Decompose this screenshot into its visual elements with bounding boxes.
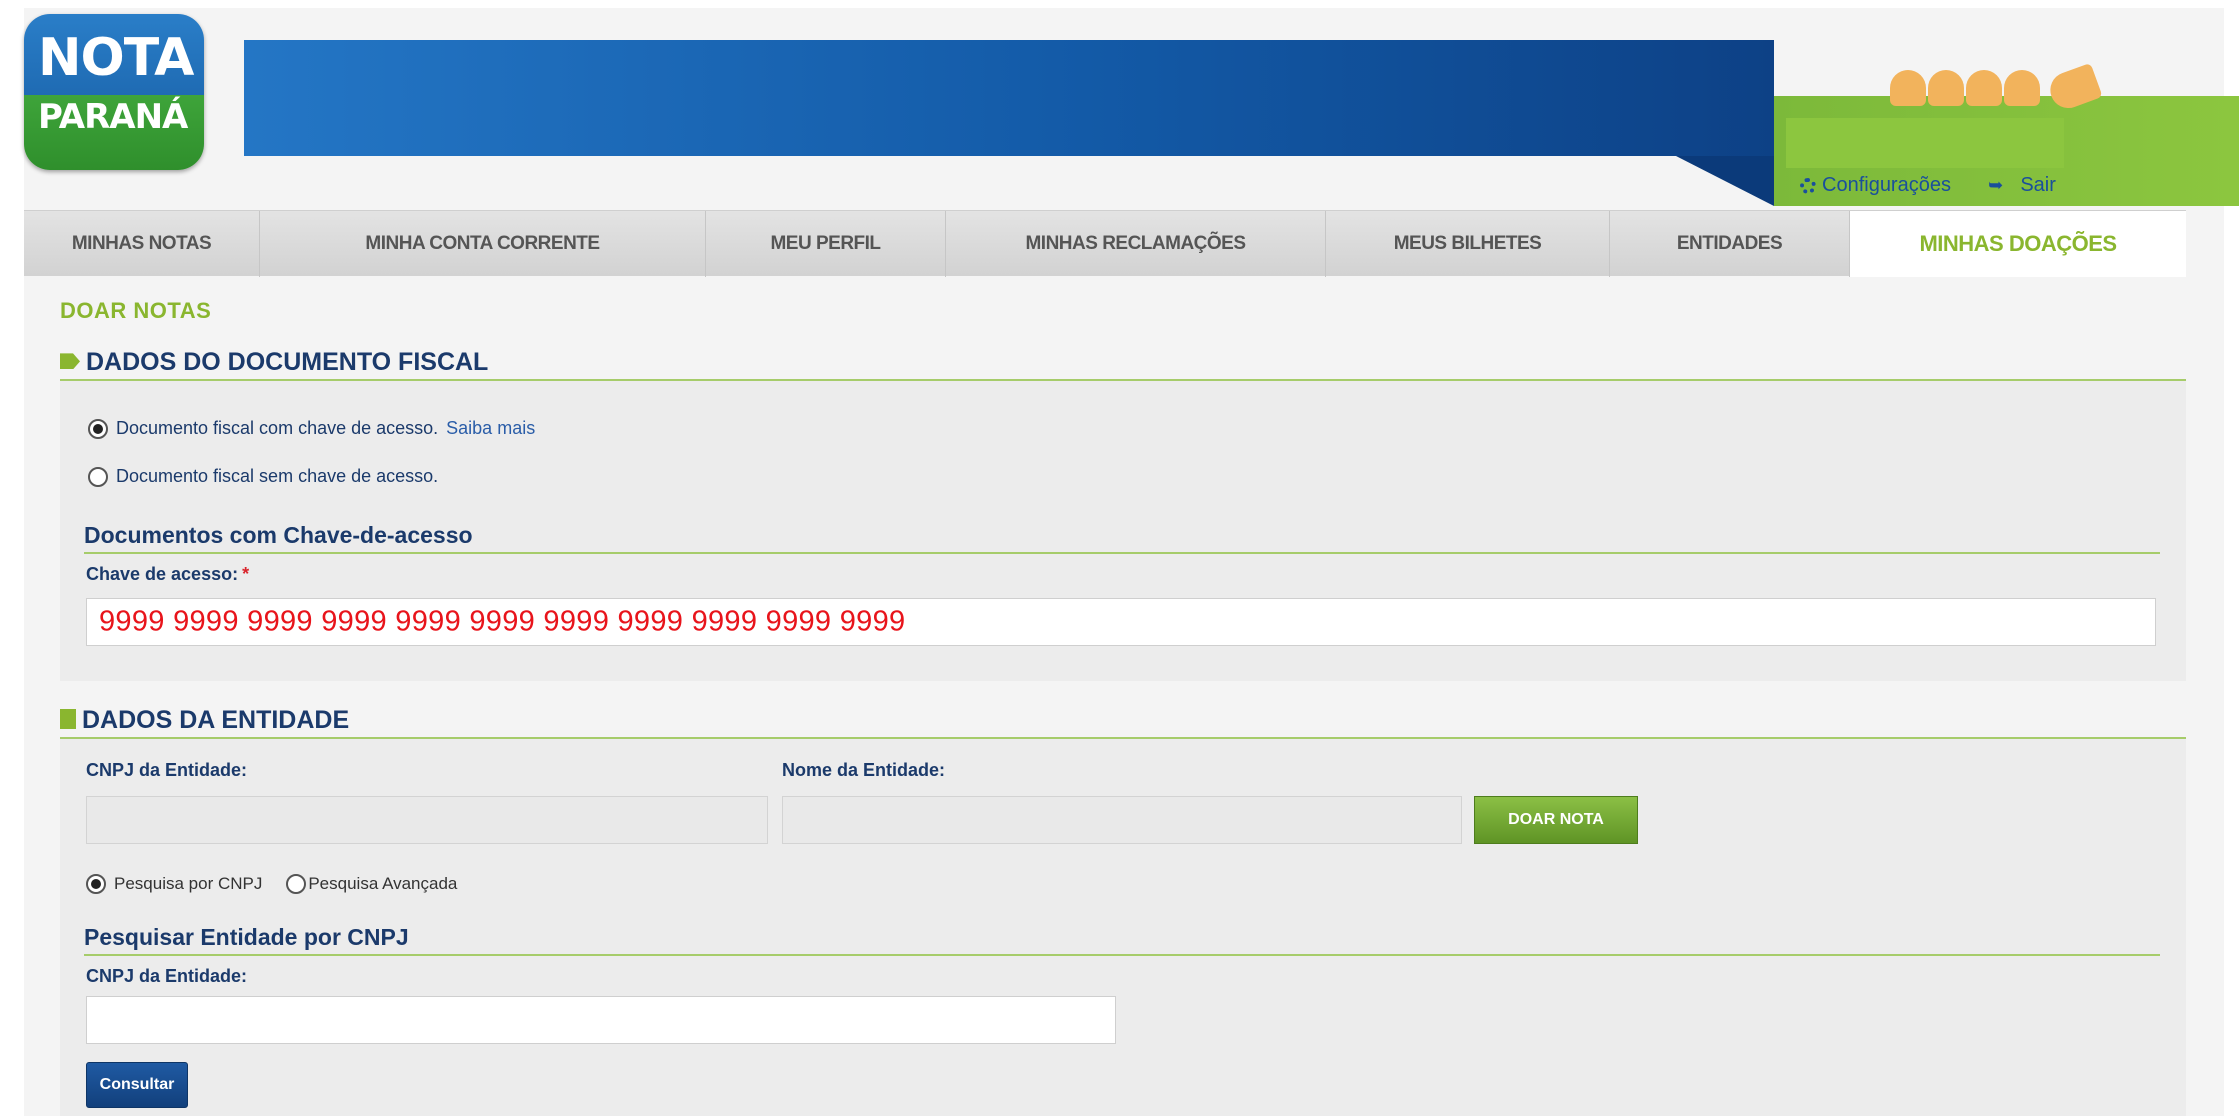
consult-button[interactable]: Consultar (86, 1062, 188, 1108)
access-key-input[interactable]: 9999 9999 9999 9999 9999 9999 9999 9999 … (86, 598, 2156, 646)
radio-search-cnpj[interactable] (86, 874, 106, 894)
entity-cnpj-label: CNPJ da Entidade: (86, 760, 248, 780)
subsection-divider (84, 552, 2160, 554)
access-key-value: 9999 9999 9999 9999 9999 9999 9999 9999 … (99, 605, 906, 638)
exit-icon: ➥ (1988, 175, 2004, 196)
radio-with-key-label: Documento fiscal com chave de acesso. (116, 418, 439, 438)
search-cnpj-label: CNPJ da Entidade: (86, 966, 248, 986)
building-icon (60, 709, 76, 730)
search-cnpj-input[interactable] (86, 996, 1116, 1044)
entity-section-heading: DADOS DA ENTIDADE (60, 706, 349, 735)
header-banner (244, 40, 1774, 156)
hand-shape (1966, 70, 2002, 106)
main-nav: MINHAS NOTAS MINHA CONTA CORRENTE MEU PE… (24, 210, 2186, 277)
hand-shape (2004, 70, 2040, 106)
radio-advanced-search-label: Pesquisa Avançada (308, 874, 458, 893)
radio-advanced-search[interactable] (286, 874, 307, 894)
entity-heading-text: DADOS DA ENTIDADE (82, 706, 350, 734)
hand-shape (1928, 70, 1964, 106)
tab-meus-bilhetes[interactable]: MEUS BILHETES (1326, 211, 1610, 277)
hands-illustration (1890, 62, 2103, 114)
donate-button[interactable]: DOAR NOTA (1474, 796, 1638, 844)
tab-minhas-doacoes[interactable]: MINHAS DOAÇÕES (1850, 211, 2186, 277)
radio-with-key-row[interactable]: Documento fiscal com chave de acesso. Sa… (88, 418, 535, 439)
hand-shape (1890, 70, 1926, 106)
tab-minha-conta-corrente[interactable]: MINHA CONTA CORRENTE (260, 211, 706, 277)
entity-cnpj-field[interactable] (86, 796, 768, 844)
tab-minhas-notas[interactable]: MINHAS NOTAS (24, 211, 260, 277)
access-key-label-text: Chave de acesso: (86, 564, 239, 584)
hand-shape (2045, 62, 2103, 114)
fiscal-section-heading: DADOS DO DOCUMENTO FISCAL (60, 348, 488, 377)
banner-fold (1676, 156, 1774, 206)
subsection-divider (84, 954, 2160, 956)
logo-line-1: NOTA (38, 28, 194, 88)
radio-search-cnpj-label: Pesquisa por CNPJ (114, 874, 263, 893)
radio-without-key[interactable] (88, 466, 108, 487)
user-links: Configurações ➥ Sair (1800, 174, 2056, 197)
tab-minhas-reclamacoes[interactable]: MINHAS RECLAMAÇÕES (946, 211, 1326, 277)
entity-name-label: Nome da Entidade: (782, 760, 946, 780)
config-link[interactable]: Configurações (1822, 174, 1951, 197)
search-subheading: Pesquisar Entidade por CNPJ (84, 924, 409, 950)
fiscal-heading-text: DADOS DO DOCUMENTO FISCAL (86, 348, 489, 376)
page-title: DOAR NOTAS (60, 298, 212, 323)
exit-link[interactable]: Sair (2020, 174, 2056, 197)
nota-parana-logo[interactable]: NOTA PARANÁ (24, 14, 204, 170)
gear-icon (1800, 177, 1816, 194)
entity-name-field[interactable] (782, 796, 1462, 844)
tab-meu-perfil[interactable]: MEU PERFIL (706, 211, 946, 277)
radio-with-key[interactable] (88, 418, 108, 439)
required-mark: * (242, 564, 250, 584)
logo-line-2: PARANÁ (38, 97, 188, 137)
radio-without-key-row[interactable]: Documento fiscal sem chave de acesso. (88, 466, 438, 487)
tag-icon (60, 353, 80, 370)
learn-more-link[interactable]: Saiba mais (446, 418, 535, 439)
search-type-row: Pesquisa por CNPJ Pesquisa Avançada (86, 874, 457, 894)
radio-without-key-label: Documento fiscal sem chave de acesso. (116, 466, 439, 486)
tab-entidades[interactable]: ENTIDADES (1610, 211, 1850, 277)
access-key-label: Chave de acesso: * (86, 564, 249, 585)
key-documents-subheading: Documentos com Chave-de-acesso (84, 522, 473, 548)
header-green-box (1786, 118, 2064, 168)
